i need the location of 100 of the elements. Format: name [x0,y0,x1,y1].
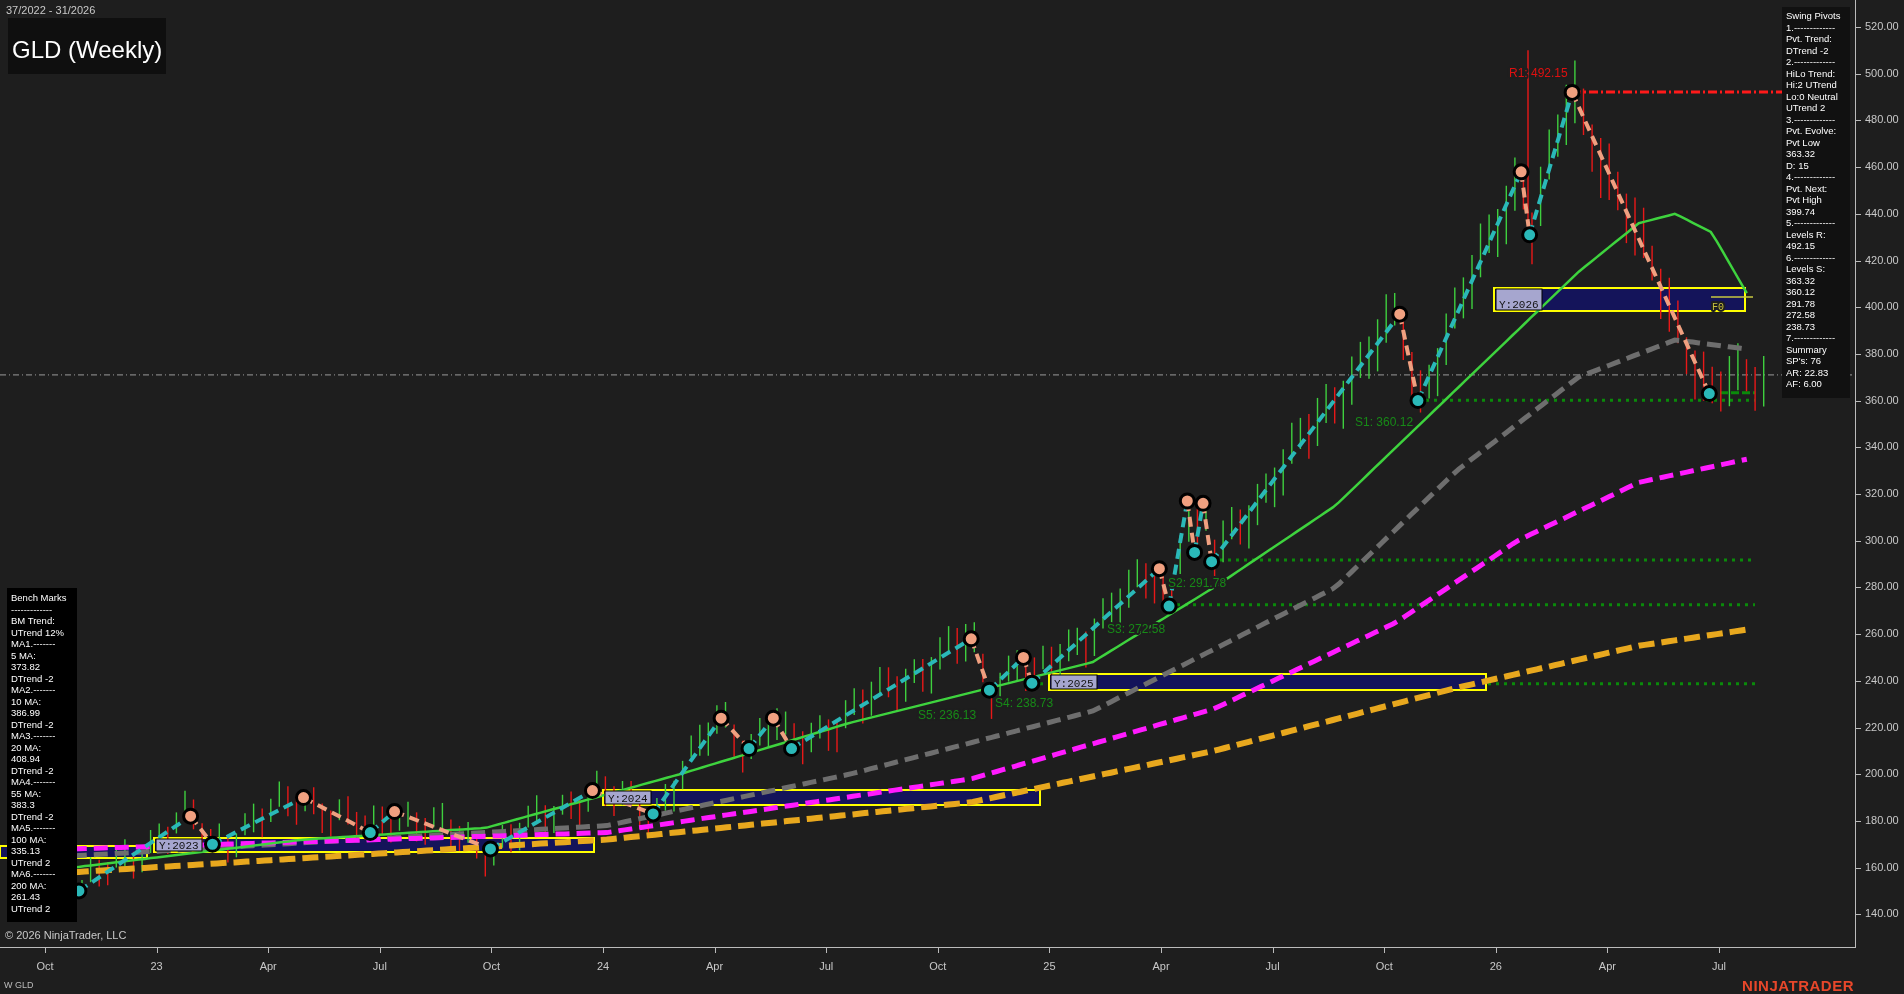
panel-text: HiLo Trend: [1786,67,1837,79]
axis-label: 300.00 [1865,533,1899,546]
panel-text: ------------- [11,603,54,615]
axis-label: 400.00 [1865,300,1899,313]
panel-text: Pvt. Trend: [1786,33,1833,45]
panel-text: 4.------------- [1786,171,1837,183]
axis-label: Apr [259,960,277,972]
panel-text: DTrend -2 [11,810,55,822]
panel-text: MA3.------- [11,730,57,742]
axis-label: Apr [1152,960,1170,972]
panel-text: 55 MA: [11,787,43,799]
panel-text: MA6.------- [11,868,57,880]
panel-text: 383.3 [11,799,36,811]
panel-text: DTrend -2 [11,718,55,730]
axis-label: 160.00 [1865,860,1899,873]
axis-label: Oct [929,960,947,972]
axis-label: Apr [706,960,724,972]
copyright-text: © 2026 NinjaTrader, LLC [5,929,127,941]
level-label: R1: 492.15 [1509,66,1568,80]
axis-label: 240.00 [1865,673,1899,686]
panel-text: 360.12 [1786,286,1817,298]
date-range: 37/2022 - 31/2026 [6,4,96,16]
instrument-label: W GLD [4,980,34,990]
panel-text: 363.32 [1786,274,1817,286]
panel-text: 3.------------- [1786,113,1837,125]
level-label: S1: 360.12 [1355,415,1414,429]
panel-text: 272.58 [1786,309,1817,321]
panel-text: 5 MA: [11,649,37,661]
panel-text: UTrend 2 [11,902,52,914]
panel-text: AR: 22.83 [1786,366,1830,378]
brand-logo: NINJATRADER [1742,977,1854,994]
axis-label: Oct [482,960,500,972]
panel-text: Hi:2 UTrend [1786,79,1838,91]
panel-text: SP's: 76 [1786,355,1823,367]
panel-text: AF: 6.00 [1786,378,1823,390]
axis-label: 420.00 [1865,253,1899,266]
axis-label: 25 [1043,960,1056,972]
panel-text: 399.74 [1786,205,1817,217]
panel-text: 408.94 [11,753,42,765]
panel-text: Summary [1786,343,1828,355]
axis-label: 260.00 [1865,627,1899,640]
panel-text: 5.------------- [1786,217,1837,229]
panel-text: 1.------------- [1786,21,1837,33]
axis-label: 460.00 [1865,160,1899,173]
axis-label: 26 [1489,960,1502,972]
level-label: S5: 236.13 [918,708,977,722]
panel-text: Pvt Low [1786,136,1821,148]
year-label: Y:2023 [155,838,203,852]
panel-text: Pvt High [1786,194,1823,206]
panel-text: 363.32 [1786,148,1817,160]
axis-label: Jul [1711,960,1727,972]
panel-text: 335.13 [11,845,42,857]
panel-text: 100 MA: [11,833,48,845]
axis-label: 440.00 [1865,206,1899,219]
panel-text: UTrend 12% [11,626,65,638]
axis-label: 320.00 [1865,487,1899,499]
panel-text: D: 15 [1786,159,1810,171]
panel-text: MA4.------- [11,776,57,788]
axis-label: 180.00 [1865,813,1899,826]
panel-text: Levels R: [1786,228,1827,240]
panel-text: 20 MA: [11,741,43,753]
axis-label: 340.00 [1865,440,1899,453]
panel-text: 492.15 [1786,240,1817,252]
axis-label: 140.00 [1865,907,1899,920]
axis-label: Jul [1265,960,1280,972]
panel-text: Lo:0 Neutral [1786,90,1839,102]
panel-text: MA5.------- [11,822,57,834]
panel-text: MA2.------- [11,684,57,696]
axis-label: Jul [372,960,387,972]
panel-text: 386.99 [11,707,42,719]
panel-text: 7.------------- [1786,332,1837,344]
fib-label: F0 [1712,302,1724,313]
panel-text: DTrend -2 [11,764,55,776]
panel-text: 291.78 [1786,297,1817,309]
panel-text: Pvt. Evolve: [1786,125,1838,137]
year-label: Y:2024 [604,790,652,805]
year-label: Y:2025 [1050,674,1098,690]
axis-label: 24 [596,960,610,972]
axis-label: 200.00 [1865,767,1899,780]
panel-text: 200 MA: [11,879,48,891]
panel-text: 10 MA: [11,695,43,707]
panel-text: DTrend -2 [1786,44,1830,56]
panel-text: Pvt. Next: [1786,182,1829,194]
chart-title: GLD (Weekly) [8,18,167,74]
axis-label: 23 [150,960,163,972]
panel-text: 238.73 [1786,320,1817,332]
axis-label: 480.00 [1865,113,1899,126]
axis-label: 220.00 [1865,720,1899,733]
axis-label: Oct [36,960,54,972]
panel-text: 2.------------- [1786,56,1837,68]
year-label: Y:2026 [1495,288,1543,311]
panel-text: DTrend -2 [11,672,55,684]
panel-text: Swing Pivots [1786,10,1842,22]
panel-text: UTrend 2 [1786,102,1827,114]
panel-text: MA1.------- [11,638,57,650]
axis-label: Oct [1375,960,1393,972]
panel-text: 261.43 [11,891,42,903]
axis-label: 520.00 [1865,20,1899,32]
panel-text: 373.82 [11,661,42,673]
panel-text: BM Trend: [11,615,56,627]
